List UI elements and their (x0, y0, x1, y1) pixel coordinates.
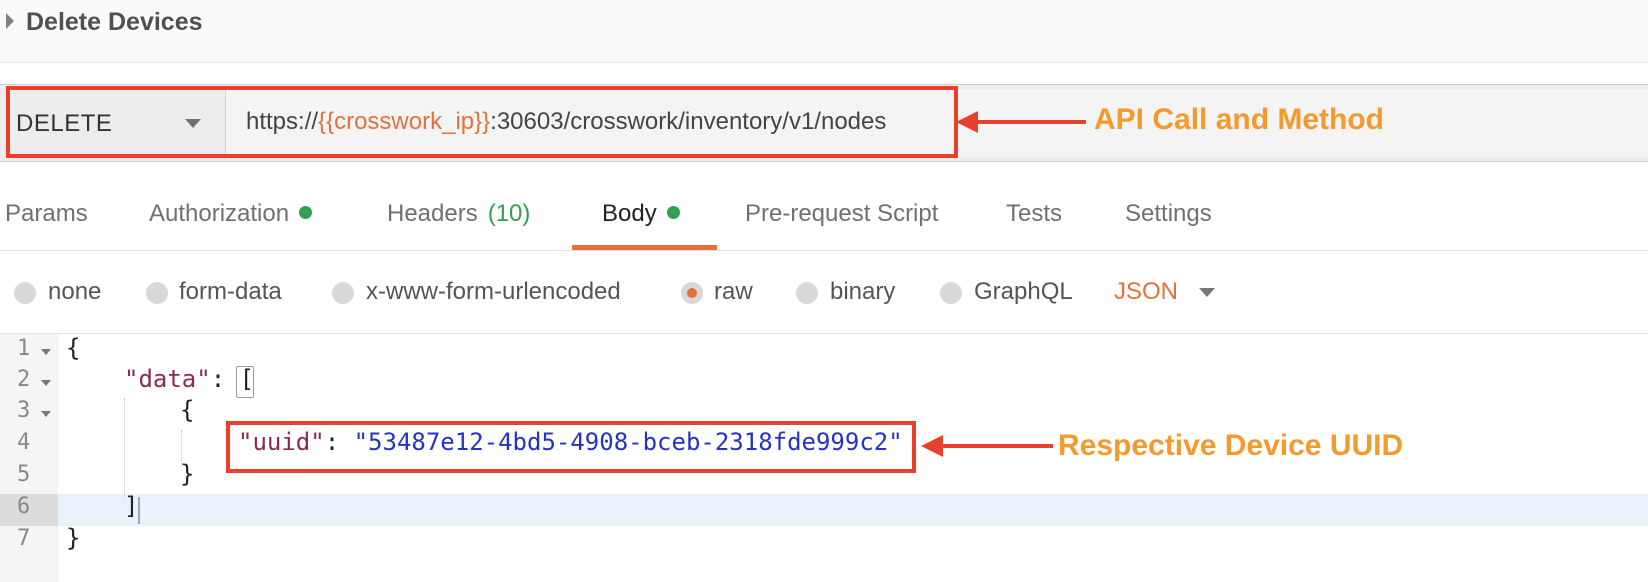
status-dot-icon (666, 206, 680, 219)
code-line-1[interactable]: { (66, 334, 80, 362)
radio-graphql[interactable] (940, 282, 962, 304)
radio-label-urlencoded[interactable]: x-www-form-urlencoded (366, 278, 621, 306)
line-number: 2 (17, 367, 31, 392)
tab-settings[interactable]: Settings (1125, 200, 1212, 228)
status-dot-icon (299, 206, 313, 219)
expand-caret-icon[interactable] (6, 13, 14, 29)
json-key: "data" (124, 365, 211, 393)
line-number: 3 (17, 398, 31, 423)
bracket-match-highlight (236, 366, 254, 398)
text-cursor (138, 497, 140, 524)
fold-arrow-icon[interactable] (41, 349, 51, 355)
radio-raw[interactable] (681, 282, 703, 304)
code-line-2[interactable]: "data": [ (124, 365, 254, 393)
line-number: 6 (17, 494, 31, 519)
tab-params[interactable]: Params (5, 200, 88, 228)
line-number: 7 (17, 526, 31, 551)
request-title-row (0, 0, 1648, 63)
tab-body[interactable]: Body (602, 200, 680, 228)
tab-label: Body (602, 200, 657, 227)
active-line-highlight (58, 494, 1648, 526)
annotation-box-device-uuid (226, 421, 916, 473)
radio-none[interactable] (14, 282, 36, 304)
annotation-arrow-line (972, 120, 1086, 124)
annotation-box-api-call (6, 86, 958, 158)
annotation-device-uuid: Respective Device UUID (1058, 429, 1404, 462)
headers-count: (10) (487, 200, 531, 227)
tab-label: Headers (387, 200, 478, 227)
tab-authorization[interactable]: Authorization (149, 200, 313, 228)
line-number: 4 (17, 430, 31, 455)
tab-pre-request-script[interactable]: Pre-request Script (745, 200, 938, 228)
tab-label: Settings (1125, 200, 1212, 227)
radio-binary[interactable] (796, 282, 818, 304)
code-line-7[interactable]: } (66, 524, 80, 552)
radio-form-data[interactable] (146, 282, 168, 304)
radio-label-graphql[interactable]: GraphQL (974, 278, 1073, 306)
radio-label-form-data[interactable]: form-data (179, 278, 282, 306)
tab-label: Params (5, 200, 88, 227)
format-select[interactable]: JSON (1114, 278, 1178, 306)
active-tab-indicator (572, 245, 717, 250)
divider (0, 333, 1648, 334)
fold-arrow-icon[interactable] (41, 411, 51, 417)
code-line-3[interactable]: { (180, 396, 194, 424)
radio-label-none[interactable]: none (48, 278, 101, 306)
code-line-6[interactable]: ] (124, 492, 138, 520)
tab-headers[interactable]: Headers (10) (387, 200, 530, 228)
indent-guide (124, 398, 125, 498)
code-line-5[interactable]: } (180, 460, 194, 488)
tab-label: Pre-request Script (745, 200, 939, 227)
annotation-arrow-line (937, 444, 1053, 448)
tab-label: Authorization (149, 200, 290, 227)
tab-label: Tests (1006, 200, 1063, 227)
tab-tests[interactable]: Tests (1006, 200, 1062, 228)
radio-label-binary[interactable]: binary (830, 278, 895, 306)
radio-label-raw[interactable]: raw (714, 278, 753, 306)
annotation-api-call: API Call and Method (1094, 103, 1385, 136)
radio-x-www-form-urlencoded[interactable] (332, 282, 354, 304)
line-number: 1 (17, 336, 31, 361)
chevron-down-icon[interactable] (1199, 288, 1215, 297)
request-title[interactable]: Delete Devices (26, 8, 203, 37)
fold-arrow-icon[interactable] (41, 380, 51, 386)
line-number: 5 (17, 462, 31, 487)
